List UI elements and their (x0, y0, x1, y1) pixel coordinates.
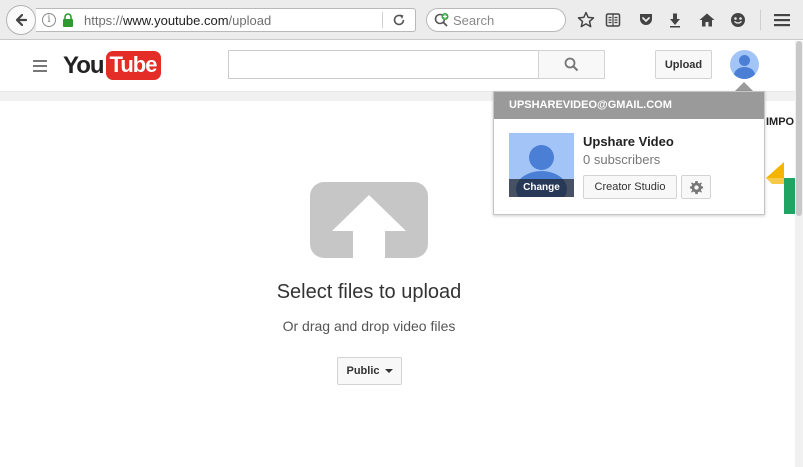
account-menu-pointer (735, 82, 753, 91)
subscriber-count: 0 subscribers (583, 152, 661, 167)
download-icon[interactable] (665, 10, 685, 30)
url-host: www.youtube.com (123, 13, 229, 28)
reading-list-icon[interactable] (603, 10, 623, 30)
privacy-dropdown[interactable]: Public (337, 357, 402, 385)
lock-icon[interactable] (62, 13, 74, 27)
upload-button[interactable]: Upload (655, 50, 712, 79)
upload-subtitle: Or drag and drop video files (282, 318, 456, 334)
url-text[interactable]: https://www.youtube.com/upload (84, 13, 271, 28)
youtube-masthead: You Tube Upload (0, 41, 795, 91)
home-icon[interactable] (697, 10, 717, 30)
url-divider (382, 12, 383, 28)
reload-button[interactable] (388, 10, 410, 30)
import-graphic (766, 162, 795, 214)
creator-studio-button[interactable]: Creator Studio (583, 175, 677, 199)
hello-icon[interactable] (728, 10, 748, 30)
settings-button[interactable] (681, 175, 711, 199)
chevron-down-icon (384, 369, 393, 373)
scrollbar[interactable] (795, 41, 803, 467)
info-icon[interactable]: i (42, 13, 56, 27)
channel-name[interactable]: Upshare Video (583, 134, 674, 149)
account-menu: UPSHAREVIDEO@GMAIL.COM Change Upshare Vi… (493, 91, 765, 215)
address-bar[interactable]: i https://www.youtube.com/upload (36, 8, 416, 32)
gear-icon (689, 180, 703, 194)
account-email: UPSHAREVIDEO@GMAIL.COM (494, 92, 764, 119)
reload-icon (393, 14, 405, 26)
guide-menu-icon[interactable] (33, 60, 47, 72)
back-icon (15, 13, 28, 27)
logo-tube: Tube (105, 51, 162, 80)
upload-title: Select files to upload (276, 281, 462, 303)
url-path: /upload (228, 13, 272, 28)
search-engine-icon[interactable] (433, 12, 451, 30)
change-avatar-button[interactable]: Change (509, 179, 574, 197)
pocket-icon[interactable] (636, 10, 656, 30)
browser-toolbar: i https://www.youtube.com/upload Search (0, 0, 803, 40)
channel-avatar[interactable]: Change (509, 133, 574, 197)
menu-icon[interactable] (772, 10, 792, 30)
youtube-search-input[interactable] (228, 50, 539, 79)
url-scheme: https:// (84, 13, 124, 28)
search-icon (564, 57, 579, 72)
youtube-search-button[interactable] (538, 50, 605, 79)
logo-you: You (63, 51, 105, 79)
privacy-label: Public (346, 365, 380, 377)
bookmark-star-icon[interactable] (576, 10, 596, 30)
browser-search-box[interactable]: Search (426, 8, 566, 32)
upload-arrow-icon[interactable] (310, 182, 428, 258)
toolbar-divider (760, 10, 761, 30)
scrollbar-thumb[interactable] (796, 41, 802, 216)
import-peek-text: IMPO (766, 116, 795, 128)
back-button[interactable] (6, 5, 36, 35)
browser-search-placeholder: Search (453, 13, 495, 28)
avatar[interactable] (730, 50, 759, 79)
youtube-logo[interactable]: You Tube (63, 51, 162, 80)
